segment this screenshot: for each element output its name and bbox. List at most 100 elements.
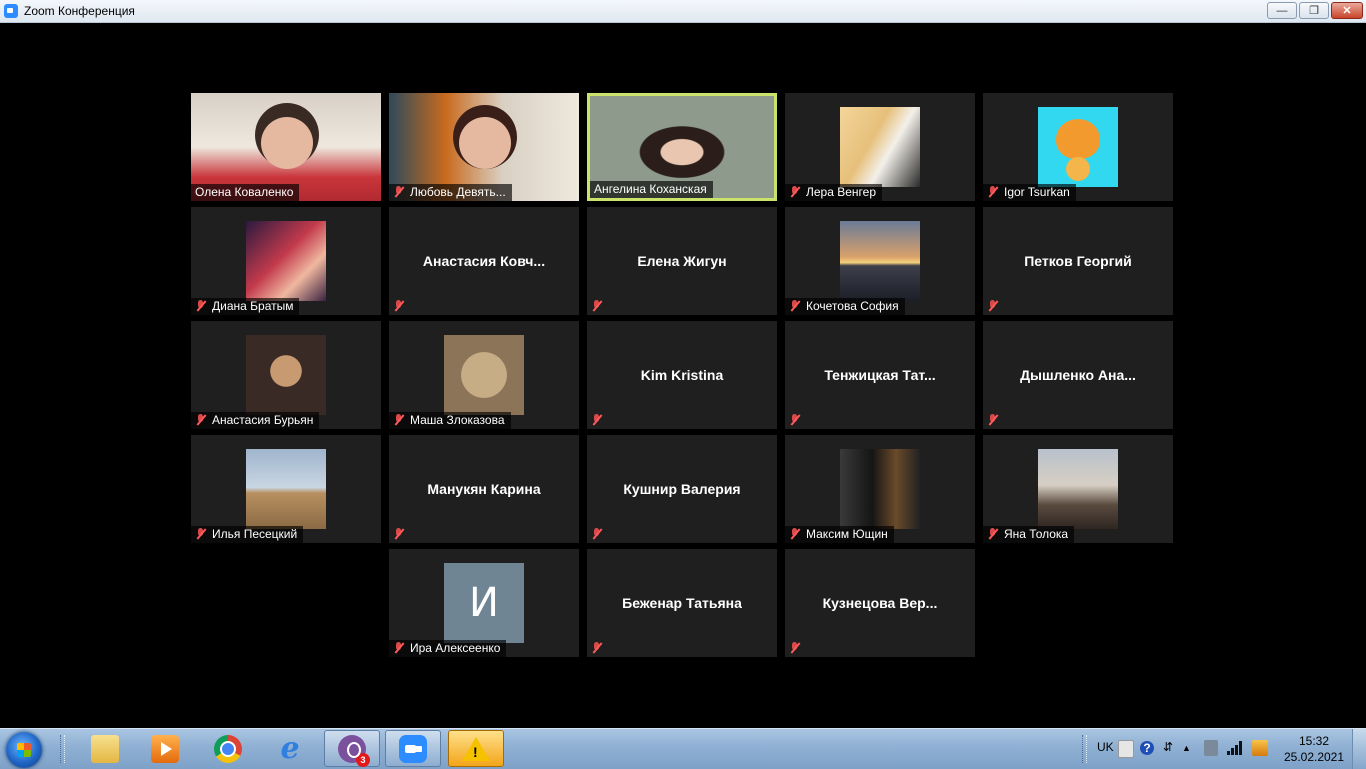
- muted-mic-icon: [195, 414, 207, 426]
- participant-tile[interactable]: Ангелина Коханская: [587, 93, 777, 201]
- person-silhouette: [459, 117, 511, 169]
- participant-tile[interactable]: Тенжицкая Тат...: [785, 321, 975, 429]
- participant-name-label: Анастасия Бурьян: [191, 412, 320, 429]
- vortex-poster-avatar: [840, 449, 920, 529]
- participant-tile[interactable]: Лера Венгер: [785, 93, 975, 201]
- participant-name: Кочетова София: [806, 299, 899, 313]
- anime-girl-avatar: [246, 221, 326, 301]
- muted-mic-icon: [789, 528, 801, 540]
- participant-tile[interactable]: Любовь Девять...: [389, 93, 579, 201]
- zoom-icon: [399, 734, 427, 763]
- taskbar-zoom[interactable]: [385, 730, 441, 767]
- participant-tile[interactable]: Диана Братым: [191, 207, 381, 315]
- participant-name-large: Елена Жигун: [637, 253, 727, 269]
- close-button[interactable]: ✕: [1331, 2, 1363, 19]
- participant-tile[interactable]: И Ира Алексеенко: [389, 549, 579, 657]
- tiger-cartoon-avatar: [1038, 107, 1118, 187]
- person-silhouette: [261, 117, 313, 169]
- window-title: Zoom Конференция: [24, 4, 135, 18]
- network-device-icon[interactable]: [1204, 740, 1218, 756]
- participant-name-label: Igor Tsurkan: [983, 184, 1076, 201]
- muted-mic-icon: [591, 300, 603, 312]
- participant-name-label: Лера Венгер: [785, 184, 882, 201]
- participant-name-label: Маша Злоказова: [389, 412, 511, 429]
- taskbar-internet-explorer[interactable]: e: [262, 730, 318, 767]
- taskbar-separator: [60, 735, 65, 763]
- start-button[interactable]: [6, 732, 42, 768]
- clock[interactable]: 15:32 25.02.2021: [1282, 733, 1346, 765]
- participant-tile[interactable]: Елена Жигун: [587, 207, 777, 315]
- warning-icon: [462, 736, 490, 761]
- participant-name-large: Манукян Карина: [427, 481, 541, 497]
- muted-mic-icon: [987, 300, 999, 312]
- muted-mic-icon: [789, 642, 801, 654]
- participant-tile[interactable]: Маша Злоказова: [389, 321, 579, 429]
- muted-mic-icon: [789, 300, 801, 312]
- participant-tile[interactable]: Анастасия Бурьян: [191, 321, 381, 429]
- bluetooth-icon[interactable]: ⇵: [1163, 740, 1173, 754]
- participant-tile[interactable]: Кочетова София: [785, 207, 975, 315]
- participant-name-large: Кушнир Валерия: [623, 481, 741, 497]
- participant-tile[interactable]: Илья Песецкий: [191, 435, 381, 543]
- participant-name: Маша Злоказова: [410, 413, 505, 427]
- language-indicator[interactable]: UK: [1097, 740, 1114, 754]
- taskbar-viber[interactable]: 3: [324, 730, 380, 767]
- signal-icon[interactable]: [1227, 741, 1243, 758]
- viber-badge: 3: [356, 752, 370, 767]
- participant-name-large: Kim Kristina: [640, 367, 724, 383]
- participant-name-large: Тенжицкая Тат...: [824, 367, 936, 383]
- tray-separator: [1082, 735, 1087, 763]
- minimize-button[interactable]: —: [1267, 2, 1297, 19]
- participant-name-label: Олена Коваленко: [191, 184, 300, 201]
- muted-mic-icon: [393, 642, 405, 654]
- participant-tile[interactable]: Яна Толока: [983, 435, 1173, 543]
- maximize-button[interactable]: ❐: [1299, 2, 1329, 19]
- taskbar-chrome[interactable]: [200, 730, 256, 767]
- participant-name-large: Беженар Татьяна: [622, 595, 742, 611]
- show-hidden-icons[interactable]: ▲: [1182, 743, 1191, 753]
- participant-tile[interactable]: Кушнир Валерия: [587, 435, 777, 543]
- participant-name-label: Яна Толока: [983, 526, 1075, 543]
- document-icon[interactable]: [1118, 740, 1134, 758]
- sunset-sea-avatar: [840, 221, 920, 301]
- wheat-field-avatar: [246, 449, 326, 529]
- participant-name-large: Петков Георгий: [1024, 253, 1132, 269]
- participant-tile[interactable]: Манукян Карина: [389, 435, 579, 543]
- taskbar-explorer[interactable]: [77, 730, 133, 767]
- muted-mic-icon: [195, 528, 207, 540]
- participant-name: Лера Венгер: [806, 185, 876, 199]
- participant-name-large: Анастасия Ковч...: [422, 253, 546, 269]
- help-icon[interactable]: ?: [1140, 741, 1154, 755]
- muted-mic-icon: [789, 414, 801, 426]
- show-desktop-button[interactable]: [1352, 729, 1366, 769]
- taskbar-warning[interactable]: [448, 730, 504, 767]
- participant-tile[interactable]: Kim Kristina: [587, 321, 777, 429]
- participant-name-label: Кочетова София: [785, 298, 905, 315]
- participant-name: Igor Tsurkan: [1004, 185, 1070, 199]
- participant-name: Диана Братым: [212, 299, 294, 313]
- participant-tile[interactable]: Беженар Татьяна: [587, 549, 777, 657]
- participant-tile[interactable]: Анастасия Ковч...: [389, 207, 579, 315]
- letter-avatar: И: [444, 563, 524, 643]
- participant-tile[interactable]: Igor Tsurkan: [983, 93, 1173, 201]
- participant-tile[interactable]: Дышленко Ана...: [983, 321, 1173, 429]
- taskbar-media-player[interactable]: [137, 730, 193, 767]
- muted-mic-icon: [393, 528, 405, 540]
- participant-name: Илья Песецкий: [212, 527, 298, 541]
- muted-mic-icon: [393, 414, 405, 426]
- girl-portrait-avatar: [1038, 449, 1118, 529]
- participant-tile[interactable]: Максим Ющин: [785, 435, 975, 543]
- participant-name-large: Дышленко Ана...: [1020, 367, 1136, 383]
- clock-date: 25.02.2021: [1283, 750, 1345, 764]
- power-icon[interactable]: [1252, 740, 1268, 756]
- participant-name-label: Ангелина Коханская: [590, 181, 713, 198]
- participant-tile[interactable]: Кузнецова Вер...: [785, 549, 975, 657]
- participant-tile[interactable]: Олена Коваленко: [191, 93, 381, 201]
- participant-tile[interactable]: Петков Георгий: [983, 207, 1173, 315]
- muted-mic-icon: [987, 528, 999, 540]
- muted-mic-icon: [195, 300, 207, 312]
- blonde-girl-cat-avatar: [840, 107, 920, 187]
- muted-mic-icon: [591, 642, 603, 654]
- muted-mic-icon: [393, 300, 405, 312]
- clock-time: 15:32: [1298, 734, 1330, 748]
